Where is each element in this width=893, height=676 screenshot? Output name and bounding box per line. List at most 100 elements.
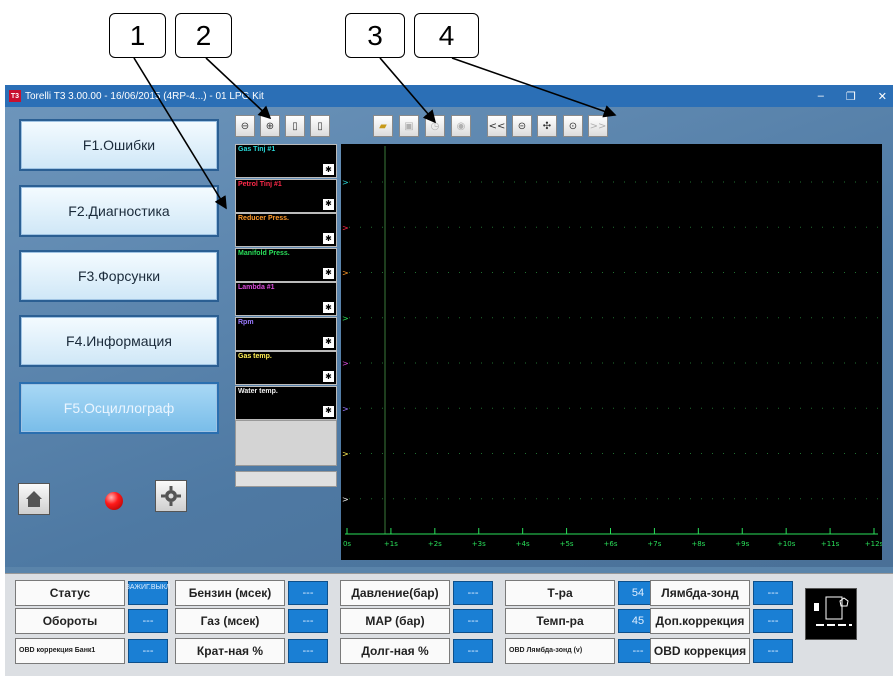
status-label: Темп-ра — [505, 608, 615, 634]
x-tick-label: +7s — [647, 540, 661, 548]
title-bar: T3 Torelli T3 3.00.00 - 16/06/2015 (4RP-… — [5, 85, 893, 107]
trace-marker: > — [342, 178, 349, 187]
channel-slot[interactable]: Water temp. ✱ — [235, 385, 337, 420]
status-value: --- — [753, 581, 793, 605]
app-icon: T3 — [9, 90, 21, 102]
x-tick-label: +2s — [428, 540, 442, 548]
callout-1: 1 — [109, 13, 166, 58]
channel-slot[interactable]: Petrol Tinj #1 ✱ — [235, 178, 337, 213]
channel-settings-icon[interactable]: ✱ — [323, 336, 334, 348]
channel-slot[interactable]: Lambda #1 ✱ — [235, 282, 337, 316]
channel-settings-icon[interactable]: ✱ — [323, 371, 334, 382]
close-button[interactable]: ✕ — [878, 90, 887, 103]
channel-label: Rpm — [238, 318, 254, 326]
zoom-out-button[interactable]: ⊖ — [235, 115, 255, 137]
status-panel: Статус ЗАЖИГ.ВЫКЛ Бензин (мсек) --- Давление… — [5, 573, 893, 676]
f5-oscilloscope-button[interactable]: F5.Осциллограф — [19, 382, 219, 434]
f2-label: F2.Диагностика — [68, 203, 170, 219]
status-label: Доп.коррекция — [650, 608, 750, 634]
channel-slot[interactable]: Manifold Press. ✱ — [235, 247, 337, 282]
status-label: Статус — [15, 580, 125, 606]
channel-label: Gas Tinj #1 — [238, 146, 276, 153]
status-value: --- — [128, 639, 168, 663]
status-value: ЗАЖИГ.ВЫКЛ — [126, 581, 170, 605]
callout-4: 4 — [414, 13, 479, 58]
forward-button[interactable]: >> — [588, 115, 608, 137]
status-value: --- — [128, 609, 168, 633]
panel-right-button[interactable]: ▯ — [310, 115, 330, 137]
trace-marker: > — [342, 269, 349, 278]
f3-label: F3.Форсунки — [77, 268, 161, 284]
callout-3: 3 — [345, 13, 405, 58]
center-icon: ✣ — [542, 120, 552, 132]
zoom-out-icon: ⊖ — [240, 120, 250, 132]
status-value: --- — [288, 639, 328, 663]
x-tick-label: +3s — [472, 540, 486, 548]
zoom-in-button[interactable]: ⊕ — [260, 115, 280, 137]
home-icon — [26, 491, 42, 507]
status-value: --- — [453, 581, 493, 605]
plus-circle-icon: ⊙ — [568, 120, 578, 132]
channel-label: Manifold Press. — [238, 249, 290, 257]
f5-label: F5.Осциллограф — [63, 400, 175, 416]
trace-marker: > — [342, 314, 349, 323]
status-label: Т-ра — [505, 580, 615, 606]
trace-marker: > — [342, 495, 349, 504]
x-tick-label: 0s — [343, 540, 351, 548]
open-button[interactable]: ▰ — [373, 115, 393, 137]
status-label: Долг-ная % — [340, 638, 450, 664]
save-button[interactable]: ▣ — [399, 115, 419, 137]
x-tick-label: +5s — [560, 540, 574, 548]
channel-settings-icon[interactable]: ✱ — [323, 267, 334, 279]
f4-label: F4.Информация — [66, 333, 172, 349]
channel-label: Petrol Tinj #1 — [238, 180, 282, 188]
status-value: --- — [753, 609, 793, 633]
channel-label: Lambda #1 — [238, 284, 275, 291]
status-label: OBD Лямбда-зонд (v) — [505, 638, 615, 664]
settings-button[interactable] — [155, 480, 187, 512]
open-folder-icon: ▰ — [379, 120, 387, 132]
callout-2: 2 — [175, 13, 232, 58]
minimize-button[interactable]: – — [818, 90, 824, 102]
trace-marker: > — [342, 359, 349, 368]
status-value: --- — [753, 639, 793, 663]
obd-connector-icon — [805, 588, 857, 640]
minus-circle-icon: ⊝ — [517, 120, 527, 132]
record-button[interactable]: ◷ — [425, 115, 445, 137]
x-tick-label: +8s — [691, 540, 705, 548]
panel-left-button[interactable]: ▯ — [285, 115, 305, 137]
f4-info-button[interactable]: F4.Информация — [19, 315, 219, 367]
rewind-button[interactable]: << — [487, 115, 507, 137]
center-button[interactable]: ✣ — [537, 115, 557, 137]
channel-slot[interactable]: Gas temp. ✱ — [235, 351, 337, 385]
trace-marker: > — [342, 404, 349, 413]
status-label: Бензин (мсек) — [175, 580, 285, 606]
zoom-in-icon: ⊕ — [265, 120, 275, 132]
status-label: Крат-ная % — [175, 638, 285, 664]
screenshot-root: 1 2 3 4 T3 Torelli T3 3.00.00 - 16/06/20… — [0, 0, 893, 676]
status-label: MAP (бар) — [340, 608, 450, 634]
channel-settings-icon[interactable]: ✱ — [323, 302, 334, 313]
f1-errors-button[interactable]: F1.Ошибки — [19, 119, 219, 171]
trace-marker: > — [342, 223, 349, 232]
x-tick-label: +6s — [604, 540, 618, 548]
stop-button[interactable]: ◉ — [451, 115, 471, 137]
channel-settings-icon[interactable]: ✱ — [323, 164, 334, 175]
channel-settings-icon[interactable]: ✱ — [323, 405, 334, 417]
home-button[interactable] — [18, 483, 50, 515]
plus-button[interactable]: ⊙ — [563, 115, 583, 137]
status-label: Обороты — [15, 608, 125, 634]
f3-injectors-button[interactable]: F3.Форсунки — [19, 250, 219, 302]
f2-diagnostics-button[interactable]: F2.Диагностика — [19, 185, 219, 237]
channel-slot[interactable]: Gas Tinj #1 ✱ — [235, 144, 337, 178]
channel-slot[interactable]: Reducer Press. ✱ — [235, 213, 337, 247]
gear-icon — [161, 486, 181, 506]
minus-button[interactable]: ⊝ — [512, 115, 532, 137]
channel-settings-icon[interactable]: ✱ — [323, 233, 334, 244]
channel-label: Water temp. — [238, 387, 278, 395]
channel-empty-slot — [235, 420, 337, 466]
rewind-icon: << — [488, 120, 506, 132]
channel-slot[interactable]: Rpm ✱ — [235, 316, 337, 351]
channel-settings-icon[interactable]: ✱ — [323, 198, 334, 210]
maximize-button[interactable]: ❐ — [846, 90, 856, 103]
